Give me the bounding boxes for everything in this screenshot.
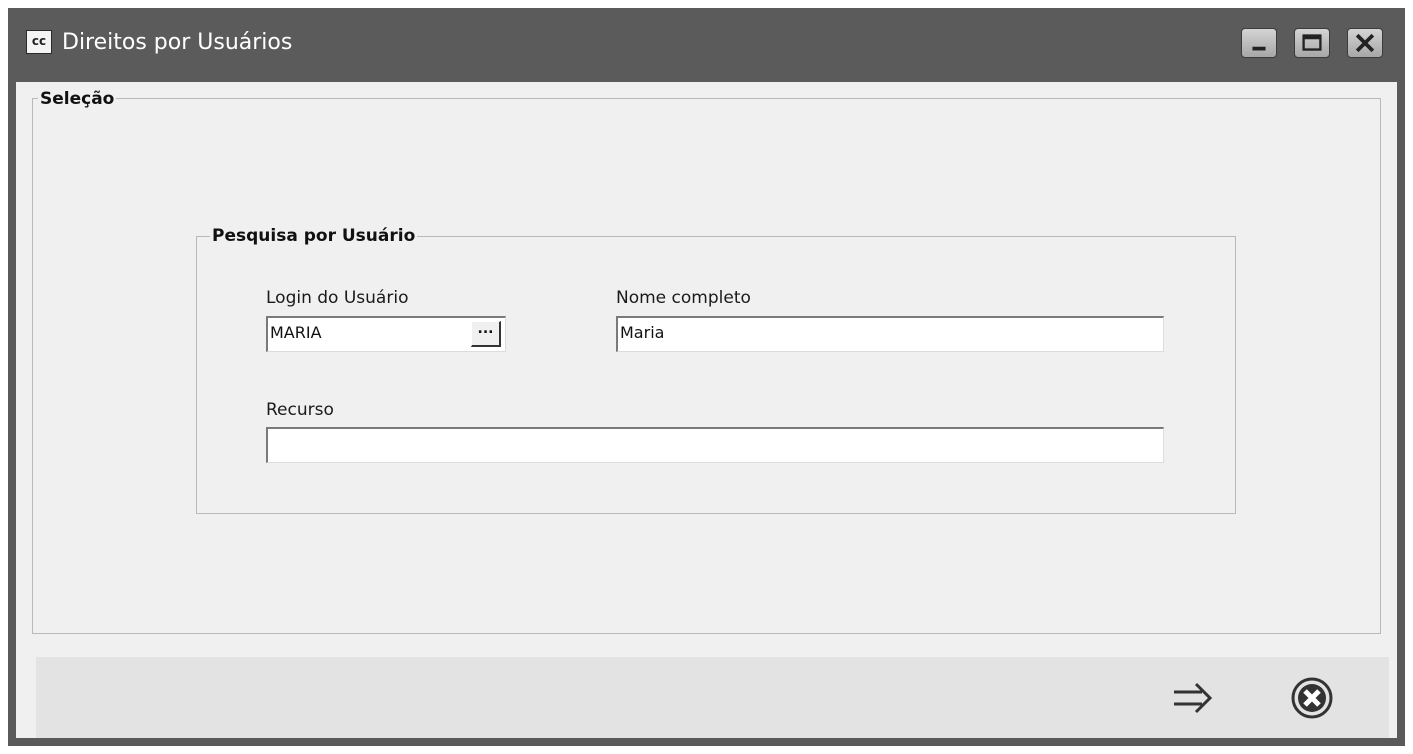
login-lookup-button[interactable]: ...	[471, 321, 501, 347]
next-button[interactable]	[1164, 670, 1220, 726]
close-window-button[interactable]	[1347, 28, 1383, 58]
client-area: Seleção Pesquisa por Usuário Login do Us…	[16, 82, 1397, 738]
recurso-label: Recurso	[266, 400, 334, 420]
window: cc Direitos por Usuários Seleção Pesquis…	[8, 8, 1405, 746]
login-label: Login do Usuário	[266, 288, 409, 308]
minimize-icon	[1252, 46, 1266, 51]
nome-value: Maria	[620, 323, 665, 342]
maximize-icon	[1302, 34, 1322, 51]
recurso-field[interactable]	[266, 427, 1164, 463]
pesquisa-legend: Pesquisa por Usuário	[210, 226, 418, 246]
window-title: Direitos por Usuários	[62, 30, 293, 55]
arrow-right-icon	[1174, 682, 1213, 714]
title-bar[interactable]: cc Direitos por Usuários	[8, 8, 1405, 82]
minimize-button[interactable]	[1241, 28, 1277, 58]
nome-label: Nome completo	[616, 288, 751, 308]
pesquisa-group	[196, 236, 1236, 514]
cancel-circle-icon	[1291, 677, 1333, 719]
cancel-button[interactable]	[1284, 670, 1340, 726]
login-value: MARIA	[270, 323, 322, 342]
login-field[interactable]: MARIA	[266, 316, 506, 352]
maximize-button[interactable]	[1294, 28, 1330, 58]
selecao-legend: Seleção	[38, 89, 117, 109]
close-icon	[1355, 33, 1375, 53]
nome-field[interactable]: Maria	[616, 316, 1164, 352]
app-icon: cc	[26, 30, 52, 54]
